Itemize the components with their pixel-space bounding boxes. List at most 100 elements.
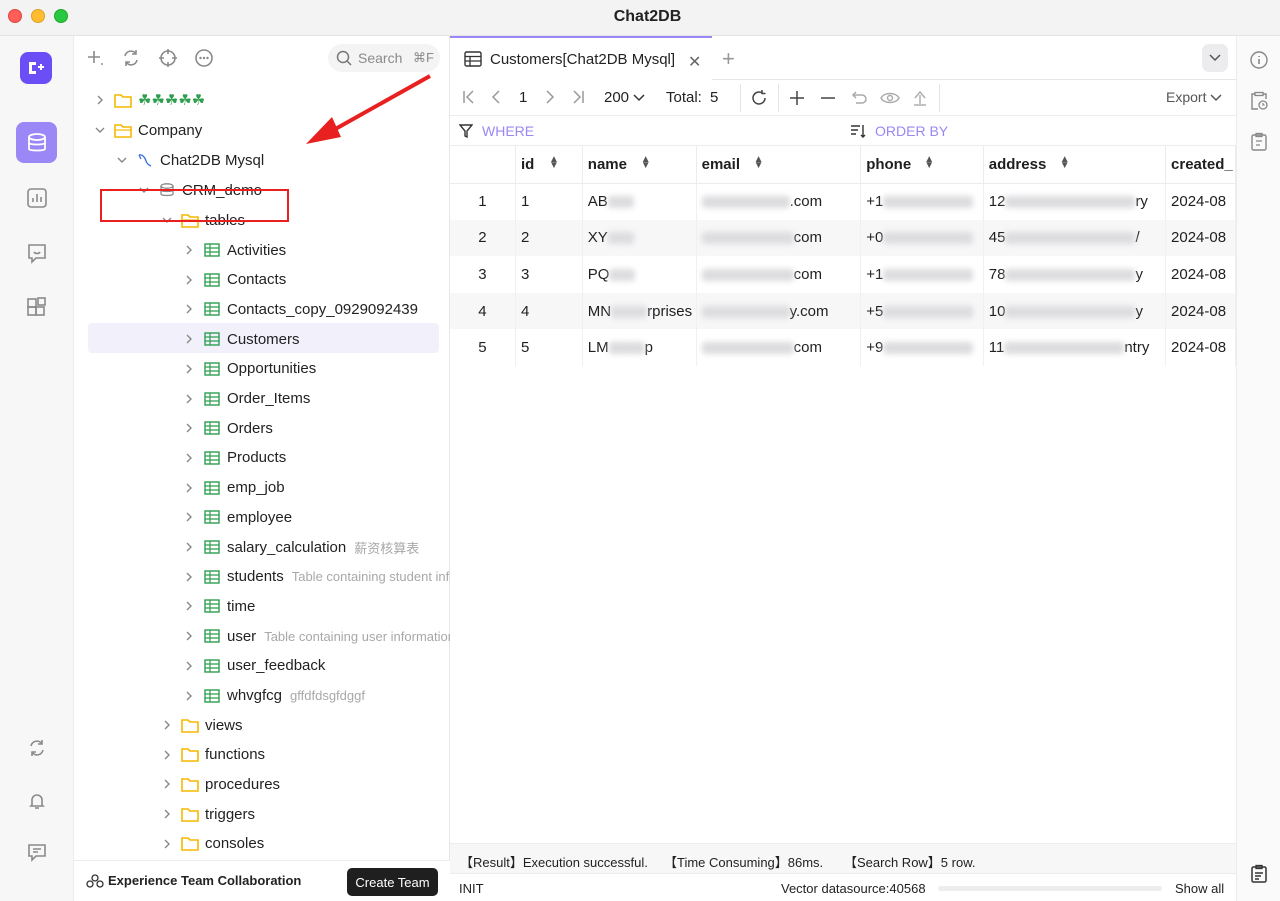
- tree-table-item[interactable]: Orders: [181, 414, 273, 442]
- refresh-tree-button[interactable]: [121, 48, 141, 68]
- name-cell[interactable]: MN rprises: [582, 292, 697, 330]
- address-cell[interactable]: 10 y: [983, 292, 1167, 330]
- tree-table-item[interactable]: Products: [181, 444, 286, 472]
- created-cell[interactable]: 2024-08: [1165, 183, 1236, 220]
- create-team-button[interactable]: Create Team: [347, 868, 438, 896]
- table-row[interactable]: 2 2 XY com +0 45/2024-08: [450, 219, 1236, 257]
- phone-cell[interactable]: +0: [860, 219, 984, 257]
- phone-cell[interactable]: +9: [860, 329, 984, 366]
- created-cell[interactable]: 2024-08: [1165, 329, 1236, 366]
- dashboard-nav-button[interactable]: [16, 177, 57, 218]
- tree-folder-item[interactable]: functions: [159, 741, 265, 769]
- column-header-created[interactable]: created_: [1165, 146, 1236, 184]
- column-header-address[interactable]: address ▲ ▼: [983, 146, 1167, 184]
- id-cell[interactable]: 1: [515, 183, 583, 220]
- tree-folder-item[interactable]: triggers: [159, 800, 255, 828]
- clipboard-button[interactable]: [1249, 132, 1269, 152]
- created-cell[interactable]: 2024-08: [1165, 219, 1236, 257]
- phone-cell[interactable]: +5: [860, 292, 984, 330]
- export-button[interactable]: Export: [1166, 89, 1222, 105]
- page-number[interactable]: 1: [519, 89, 527, 106]
- tree-table-item[interactable]: employee: [181, 503, 292, 531]
- tree-table-item[interactable]: emp_job: [181, 474, 285, 502]
- tab-list-button[interactable]: [1202, 44, 1228, 72]
- history-button[interactable]: [1249, 91, 1269, 111]
- undo-button[interactable]: [850, 89, 868, 111]
- tree-folder-item[interactable]: procedures: [159, 770, 280, 798]
- locate-button[interactable]: [158, 48, 178, 68]
- tree-connection-chat2db-mysql[interactable]: Chat2DB Mysql: [114, 146, 264, 174]
- tree-table-item[interactable]: Order_Items: [181, 385, 310, 413]
- name-cell[interactable]: XY: [582, 219, 697, 257]
- email-cell[interactable]: com: [696, 256, 862, 293]
- column-header-email[interactable]: email ▲ ▼: [696, 146, 862, 184]
- tree-group-company[interactable]: Company: [92, 116, 202, 144]
- info-button[interactable]: [1249, 50, 1269, 70]
- tree-table-item[interactable]: salary_calculation 薪资核算表: [181, 533, 419, 561]
- phone-cell[interactable]: +1: [860, 256, 984, 293]
- email-cell[interactable]: com: [696, 219, 862, 257]
- table-row[interactable]: 5 5 LM p com +9 11 ntry 2024-08: [450, 329, 1236, 366]
- tree-search-input[interactable]: Search ⌘F: [328, 44, 440, 72]
- database-nav-button[interactable]: [16, 122, 57, 163]
- address-cell[interactable]: 12 ry: [983, 183, 1167, 220]
- preview-button[interactable]: [880, 89, 900, 111]
- more-options-button[interactable]: [194, 48, 214, 68]
- tree-table-item[interactable]: Customers: [181, 325, 300, 353]
- id-cell[interactable]: 4: [515, 292, 583, 330]
- tree-table-item[interactable]: whvgfcg gffdfdsgfdggf: [181, 682, 365, 710]
- address-cell[interactable]: 45 /: [983, 219, 1167, 257]
- submit-changes-button[interactable]: [911, 89, 929, 111]
- tree-table-item[interactable]: user Table containing user information: [181, 622, 450, 650]
- order-by-input[interactable]: ORDER BY: [875, 123, 948, 139]
- id-cell[interactable]: 2: [515, 219, 583, 257]
- column-header-phone[interactable]: phone ▲ ▼: [860, 146, 984, 184]
- new-tab-button[interactable]: +: [722, 46, 735, 72]
- id-cell[interactable]: 5: [515, 329, 583, 366]
- tree-folder-item[interactable]: consoles: [159, 830, 264, 858]
- first-page-button[interactable]: [462, 89, 476, 109]
- tree-table-item[interactable]: Activities: [181, 236, 286, 264]
- where-input[interactable]: WHERE: [482, 123, 534, 139]
- sync-button[interactable]: [16, 727, 57, 768]
- feedback-button[interactable]: [16, 831, 57, 872]
- email-cell[interactable]: .com: [696, 183, 862, 220]
- add-row-button[interactable]: [788, 89, 806, 111]
- tree-table-item[interactable]: user_feedback: [181, 652, 325, 680]
- column-header-id[interactable]: id ▲ ▼: [515, 146, 583, 184]
- tab-customers[interactable]: Customers[Chat2DB Mysql] ✕: [450, 36, 712, 80]
- created-cell[interactable]: 2024-08: [1165, 256, 1236, 293]
- notifications-button[interactable]: [16, 780, 57, 821]
- apps-nav-button[interactable]: [16, 287, 57, 328]
- prev-page-button[interactable]: [490, 89, 502, 109]
- reload-button[interactable]: [750, 89, 768, 111]
- table-row[interactable]: 3 3 PQ com +1 78 y 2024-08: [450, 256, 1236, 293]
- notes-button[interactable]: [1249, 864, 1269, 884]
- email-cell[interactable]: com: [696, 329, 862, 366]
- tree-table-item[interactable]: Opportunities: [181, 355, 316, 383]
- last-page-button[interactable]: [571, 89, 585, 109]
- chat-nav-button[interactable]: [16, 232, 57, 273]
- created-cell[interactable]: 2024-08: [1165, 292, 1236, 330]
- address-cell[interactable]: 11 ntry: [983, 329, 1167, 366]
- name-cell[interactable]: LM p: [582, 329, 697, 366]
- address-cell[interactable]: 78 y: [983, 256, 1167, 293]
- phone-cell[interactable]: +1: [860, 183, 984, 220]
- name-cell[interactable]: AB: [582, 183, 697, 220]
- close-tab-icon[interactable]: ✕: [688, 52, 701, 72]
- name-cell[interactable]: PQ: [582, 256, 697, 293]
- id-cell[interactable]: 3: [515, 256, 583, 293]
- show-all-button[interactable]: Show all: [1175, 881, 1224, 896]
- tree-group-clover[interactable]: ☘☘☘☘☘: [92, 86, 205, 114]
- email-cell[interactable]: y.com: [696, 292, 862, 330]
- delete-row-button[interactable]: [819, 89, 837, 111]
- tree-table-item[interactable]: Contacts: [181, 266, 286, 294]
- column-header-name[interactable]: name ▲ ▼: [582, 146, 697, 184]
- table-row[interactable]: 1 1 AB .com +1 12 ry 2024-08: [450, 183, 1236, 220]
- add-connection-button[interactable]: [85, 48, 105, 68]
- next-page-button[interactable]: [544, 89, 556, 109]
- tree-table-item[interactable]: Contacts_copy_0929092439: [181, 295, 418, 323]
- page-size-select[interactable]: 200: [604, 89, 645, 106]
- tree-table-item[interactable]: time: [181, 592, 255, 620]
- tree-table-item[interactable]: students Table containing student info: [181, 563, 450, 591]
